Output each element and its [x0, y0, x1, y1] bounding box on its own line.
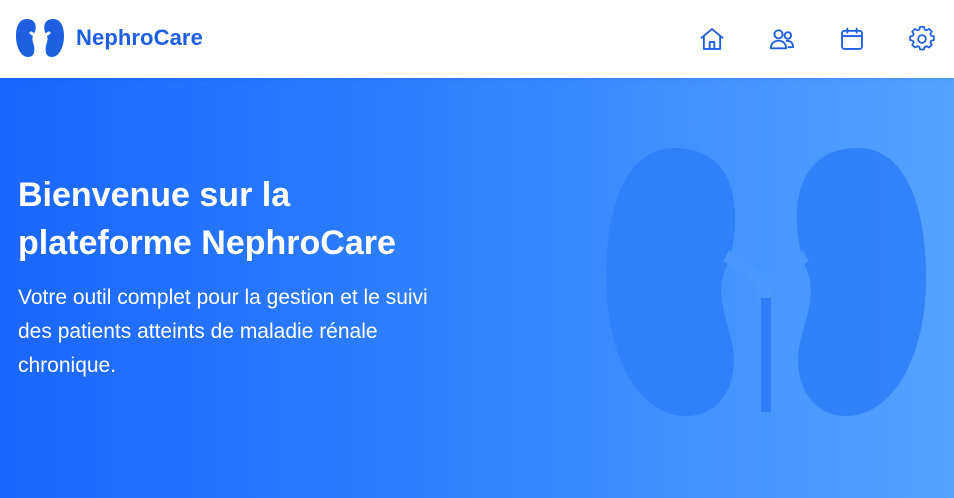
top-navbar: NephroCare	[0, 0, 954, 78]
home-icon	[700, 28, 724, 50]
calendar-icon	[841, 27, 863, 50]
gear-icon	[909, 25, 935, 51]
hero-banner: Bienvenue sur la plateforme NephroCare V…	[0, 78, 954, 498]
users-icon	[769, 29, 795, 50]
hero-title-line: Bienvenue sur la	[18, 176, 291, 214]
hero-subtitle-line: des patients atteints de maladie rénale	[18, 320, 378, 343]
nav-settings-button[interactable]	[905, 22, 939, 56]
hero-title-line: plateforme NephroCare	[18, 224, 396, 262]
nav-home-button[interactable]	[695, 22, 729, 56]
kidney-icon	[16, 19, 64, 59]
nav-patients-button[interactable]	[765, 22, 799, 56]
kidney-icon	[606, 148, 926, 416]
brand-name: NephroCare	[76, 25, 203, 50]
hero-subtitle: Votre outil complet pour la gestion et l…	[18, 281, 488, 383]
nav-calendar-button[interactable]	[835, 22, 869, 56]
hero-subtitle-line: Votre outil complet pour la gestion et l…	[18, 286, 428, 309]
hero-subtitle-line: chronique.	[18, 354, 117, 377]
hero-title: Bienvenue sur la plateforme NephroCare	[18, 171, 578, 267]
brand-home-link[interactable]: NephroCare	[16, 17, 203, 59]
